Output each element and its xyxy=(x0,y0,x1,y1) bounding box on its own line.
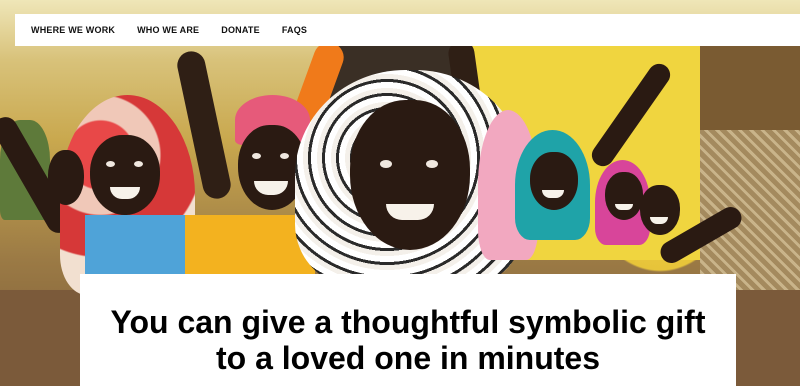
child-face xyxy=(48,150,84,205)
child-face xyxy=(605,172,643,220)
child-face xyxy=(90,135,160,215)
child-face xyxy=(350,100,470,250)
headline-card: You can give a thoughtful symbolic gift … xyxy=(80,274,736,386)
nav-link-where-we-work[interactable]: WHERE WE WORK xyxy=(31,25,115,35)
nav-link-faqs[interactable]: FAQS xyxy=(282,25,307,35)
top-navigation-bar: WHERE WE WORK WHO WE ARE DONATE FAQS xyxy=(15,14,800,46)
hero-headline: You can give a thoughtful symbolic gift … xyxy=(80,304,736,376)
hero-headline-line-2: to a loved one in minutes xyxy=(215,340,601,376)
thatched-roof xyxy=(700,40,800,130)
child-face xyxy=(640,185,680,235)
hero-headline-line-1: You can give a thoughtful symbolic gift xyxy=(110,304,706,340)
child-face xyxy=(530,152,578,210)
nav-link-donate[interactable]: DONATE xyxy=(221,25,260,35)
nav-link-who-we-are[interactable]: WHO WE ARE xyxy=(137,25,199,35)
